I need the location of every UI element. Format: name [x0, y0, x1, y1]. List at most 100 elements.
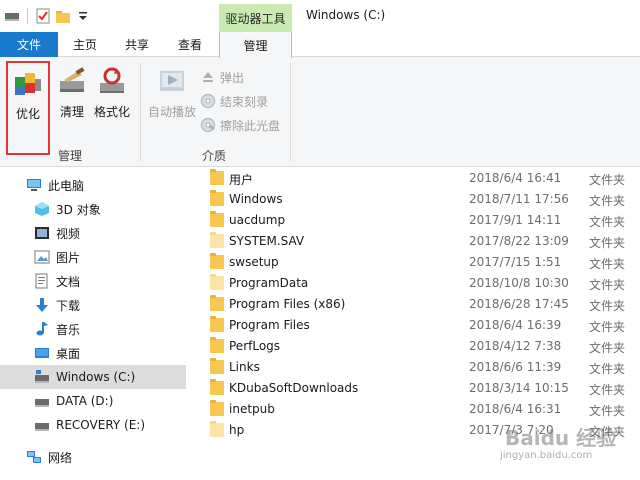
- file-name: uacdump: [229, 213, 286, 227]
- properties-check-icon[interactable]: [35, 8, 51, 24]
- folder-icon: [210, 358, 224, 374]
- folder-icon: [210, 400, 224, 416]
- nav-item-music[interactable]: 音乐: [0, 317, 186, 341]
- folder-icon: [210, 316, 224, 332]
- music-icon: [34, 321, 50, 337]
- disc-burn-icon: [200, 93, 216, 109]
- autoplay-button[interactable]: 自动播放: [146, 61, 198, 121]
- tab-file[interactable]: 文件: [0, 32, 58, 57]
- erase-disc-label: 擦除此光盘: [220, 118, 281, 133]
- drive-icon: [34, 393, 50, 409]
- group-separator: [290, 63, 291, 161]
- nav-item-recovery-e[interactable]: RECOVERY (E:): [0, 413, 186, 437]
- file-type: 文件夹: [589, 404, 626, 418]
- file-date: 2018/6/6 11:39: [469, 360, 562, 374]
- desktop-icon: [34, 345, 50, 361]
- 3d-objects-icon: [34, 201, 50, 217]
- format-drive-icon: [96, 65, 128, 97]
- autoplay-label: 自动播放: [147, 105, 196, 119]
- optimize-button[interactable]: 优化: [6, 61, 50, 155]
- file-type: 文件夹: [589, 362, 626, 376]
- file-name: 用户: [229, 173, 254, 187]
- watermark-url: jingyan.baidu.com: [500, 450, 593, 461]
- nav-item-label: 此电脑: [48, 178, 85, 193]
- file-type: 文件夹: [589, 257, 626, 271]
- file-type: 文件夹: [589, 278, 626, 292]
- drive-icon: [34, 417, 50, 433]
- tab-manage[interactable]: 管理: [219, 32, 292, 58]
- file-row[interactable]: Program Files 2018/6/4 16:39 文件夹: [190, 315, 640, 336]
- file-type: 文件夹: [589, 320, 626, 334]
- file-row[interactable]: SYSTEM.SAV 2017/8/22 13:09 文件夹: [190, 231, 640, 252]
- eject-button[interactable]: 弹出: [200, 67, 244, 87]
- file-row[interactable]: inetpub 2018/6/4 16:31 文件夹: [190, 399, 640, 420]
- folder-icon: [210, 337, 224, 353]
- drive-app-icon: [4, 8, 20, 24]
- nav-item-label: RECOVERY (E:): [56, 418, 146, 432]
- file-name: Windows: [229, 192, 283, 206]
- nav-item-pictures[interactable]: 图片: [0, 245, 186, 269]
- file-date: 2018/10/8 10:30: [469, 276, 569, 290]
- customize-qat-icon[interactable]: [75, 8, 91, 24]
- nav-item-3d-objects[interactable]: 3D 对象: [0, 197, 186, 221]
- hidden-folder-icon: [210, 232, 224, 248]
- hidden-folder-icon: [210, 274, 224, 290]
- nav-item-windows-c[interactable]: Windows (C:): [0, 365, 186, 389]
- file-row[interactable]: Windows 2018/7/11 17:56 文件夹: [190, 189, 640, 210]
- qat-separator: [27, 8, 28, 24]
- nav-item-this-pc[interactable]: 此电脑: [0, 173, 186, 197]
- ribbon-panel: 优化 清理 格式化 管理 自动播放 弹出 结束刻录 擦除此光盘 介质: [0, 57, 640, 167]
- quick-access-toolbar: [4, 6, 95, 26]
- file-name: inetpub: [229, 402, 275, 416]
- file-date: 2018/7/11 17:56: [469, 192, 569, 206]
- tab-view[interactable]: 查看: [164, 32, 216, 57]
- hidden-folder-icon: [210, 421, 224, 437]
- file-type: 文件夹: [589, 299, 626, 313]
- file-row[interactable]: 用户 2018/6/4 16:41 文件夹: [190, 168, 640, 189]
- nav-item-label: 图片: [56, 250, 81, 265]
- file-date: 2017/8/22 13:09: [469, 234, 569, 248]
- nav-item-label: 桌面: [56, 346, 81, 361]
- eject-icon: [200, 69, 216, 85]
- tab-home[interactable]: 主页: [60, 32, 110, 57]
- file-date: 2018/6/4 16:41: [469, 171, 562, 185]
- file-row[interactable]: swsetup 2017/7/15 1:51 文件夹: [190, 252, 640, 273]
- title-bar: 驱动器工具 Windows (C:): [0, 0, 640, 32]
- file-name: ProgramData: [229, 276, 309, 290]
- file-name: PerfLogs: [229, 339, 281, 353]
- file-row[interactable]: ProgramData 2018/10/8 10:30 文件夹: [190, 273, 640, 294]
- file-row[interactable]: uacdump 2017/9/1 14:11 文件夹: [190, 210, 640, 231]
- folder-icon: [210, 295, 224, 311]
- nav-item-desktop[interactable]: 桌面: [0, 341, 186, 365]
- file-row[interactable]: PerfLogs 2018/4/12 7:38 文件夹: [190, 336, 640, 357]
- file-name: Program Files: [229, 318, 310, 332]
- nav-item-downloads[interactable]: 下载: [0, 293, 186, 317]
- nav-item-network[interactable]: 网络: [0, 445, 186, 469]
- format-button[interactable]: 格式化: [92, 61, 132, 121]
- file-row[interactable]: Program Files (x86) 2018/6/28 17:45 文件夹: [190, 294, 640, 315]
- file-date: 2017/7/15 1:51: [469, 255, 562, 269]
- format-label: 格式化: [93, 105, 130, 119]
- disk-cleanup-icon: [56, 65, 88, 97]
- nav-item-video[interactable]: 视频: [0, 221, 186, 245]
- erase-disc-button[interactable]: 擦除此光盘: [200, 115, 280, 135]
- file-row[interactable]: Links 2018/6/6 11:39 文件夹: [190, 357, 640, 378]
- finish-burning-button[interactable]: 结束刻录: [200, 91, 268, 111]
- nav-item-documents[interactable]: 文档: [0, 269, 186, 293]
- file-name: SYSTEM.SAV: [229, 234, 305, 248]
- navigation-pane: 此电脑 3D 对象 视频 图片 文档 下载 音乐 桌面 Windows (C:)…: [0, 168, 190, 480]
- file-type: 文件夹: [589, 173, 626, 187]
- network-icon: [26, 449, 42, 465]
- nav-item-data-d[interactable]: DATA (D:): [0, 389, 186, 413]
- folder-icon: [210, 190, 224, 206]
- nav-item-label: Windows (C:): [56, 370, 136, 384]
- nav-item-label: 文档: [56, 274, 81, 289]
- optimize-drive-icon: [12, 67, 44, 99]
- nav-item-label: DATA (D:): [56, 394, 114, 408]
- file-type: 文件夹: [589, 383, 626, 397]
- watermark-logo: Baidu 经验: [505, 426, 617, 450]
- video-icon: [34, 225, 50, 241]
- tab-share[interactable]: 共享: [112, 32, 162, 57]
- new-folder-icon[interactable]: [55, 8, 71, 24]
- file-row[interactable]: KDubaSoftDownloads 2018/3/14 10:15 文件夹: [190, 378, 640, 399]
